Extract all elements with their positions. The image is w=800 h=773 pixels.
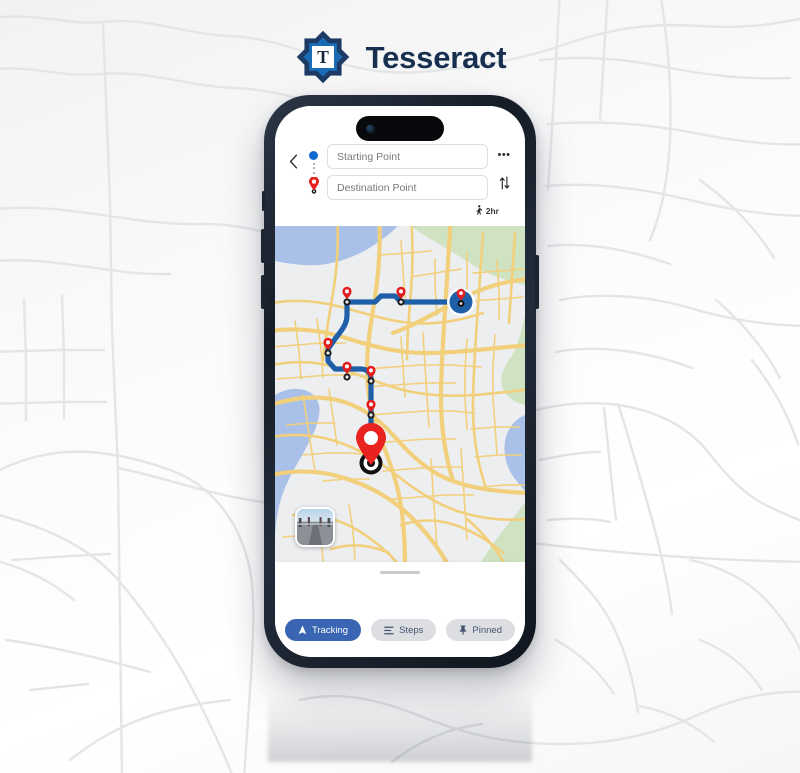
phone-device-frame: Starting Point Destination Point ••• 2hr… [261,95,539,668]
destination-pin-icon [308,177,319,194]
power-button[interactable] [535,255,539,309]
pin-icon [460,625,467,635]
chip-steps[interactable]: Steps [371,619,437,641]
dynamic-island [356,116,444,141]
brand-header: T Tesseract [0,28,800,86]
list-steps-icon [384,626,394,634]
eta-indicator: 2hr [287,200,513,222]
chevron-left-icon [289,154,298,168]
volume-up-button[interactable] [261,229,265,263]
logo-letter: T [317,47,329,67]
bottom-sheet: Tracking Steps Pinned [275,562,525,657]
chip-pinned[interactable]: Pinned [446,619,515,641]
route-inputs-row: Starting Point Destination Point ••• [287,144,513,200]
mute-switch[interactable] [262,191,265,211]
route-fields: Starting Point Destination Point [327,144,488,200]
phone-reflection [268,666,532,762]
swap-vertical-icon[interactable] [499,176,510,190]
brand-wordmark: Tesseract [365,39,507,75]
phone-screen: Starting Point Destination Point ••• 2hr… [275,106,525,657]
back-button[interactable] [287,146,300,176]
starting-point-input[interactable]: Starting Point [327,144,488,169]
tesseract-star-logo-icon: T [294,28,352,86]
volume-down-button[interactable] [261,275,265,309]
route-actions: ••• [495,144,513,190]
start-point-dot-icon [309,151,318,160]
chip-tracking-label: Tracking [312,624,349,636]
eta-duration: 2hr [485,205,499,216]
more-options-icon[interactable]: ••• [497,150,510,163]
destination-point-input[interactable]: Destination Point [327,175,488,200]
front-camera-icon [366,124,375,133]
route-dots-icon [312,160,315,177]
chip-pinned-label: Pinned [472,624,502,636]
chip-tracking[interactable]: Tracking [285,619,362,641]
street-view-thumbnail[interactable] [295,507,335,547]
navigation-arrow-icon [298,625,307,635]
map-canvas[interactable] [275,219,525,562]
chip-steps-label: Steps [399,624,424,636]
mode-chip-group: Tracking Steps Pinned [275,619,525,641]
sheet-drag-handle[interactable] [380,571,420,574]
route-endpoints-indicator [307,144,320,194]
walking-person-icon [476,205,482,215]
